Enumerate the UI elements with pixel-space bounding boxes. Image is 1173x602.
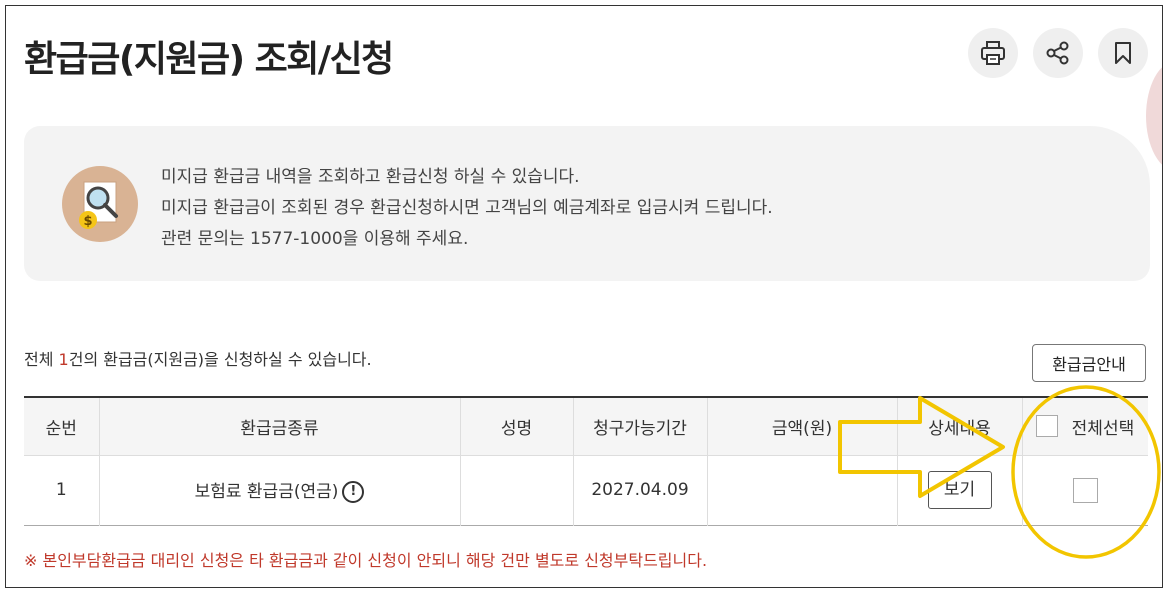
info-line: 미지급 환급금이 조회된 경우 환급신청하시면 고객님의 예금계좌로 입금시켜 … (161, 198, 773, 218)
select-all-checkbox[interactable] (1036, 415, 1059, 438)
print-button[interactable] (968, 28, 1018, 78)
refund-table: 순번 환급금종류 성명 청구가능기간 금액(원) 상세내용 전체선택 1 보험료… (24, 396, 1148, 526)
document-search-coin-icon: $ (62, 166, 138, 242)
row-amount (706, 455, 897, 525)
header-name: 성명 (459, 397, 573, 455)
info-alert-icon[interactable]: ! (342, 481, 365, 503)
page-title: 환급금(지원금) 조회/신청 (24, 39, 394, 80)
row-select-checkbox[interactable] (1072, 477, 1098, 503)
header-detail: 상세내용 (896, 397, 1022, 455)
refund-guide-button[interactable]: 환급금안내 (1032, 344, 1146, 382)
header-amount: 금액(원) (706, 397, 897, 455)
row-select-cell (1021, 455, 1148, 525)
table-row: 1 보험료 환급금(연금)! 2027.04.09 보기 (24, 455, 1148, 525)
decorative-shape (1146, 61, 1162, 171)
bookmark-button[interactable] (1098, 28, 1148, 78)
table-header-row: 순번 환급금종류 성명 청구가능기간 금액(원) 상세내용 전체선택 (24, 397, 1148, 455)
share-icon (1046, 41, 1069, 65)
info-box: $ 미지급 환급금 내역을 조회하고 환급신청 하실 수 있습니다. 미지급 환… (24, 126, 1150, 281)
summary-prefix: 전체 (24, 350, 59, 369)
summary-text: 전체 1건의 환급금(지원금)을 신청하실 수 있습니다. (24, 346, 372, 370)
view-detail-button[interactable]: 보기 (927, 471, 992, 509)
share-button[interactable] (1033, 28, 1083, 78)
row-type: 보험료 환급금(연금) (194, 482, 339, 502)
row-type-cell: 보험료 환급금(연금)! (98, 455, 460, 525)
notice-text: ※ 본인부담환급금 대리인 신청은 타 환급금과 같이 신청이 안되니 해당 건… (24, 551, 708, 570)
select-all-label[interactable]: 전체선택 (1072, 419, 1135, 439)
row-index: 1 (55, 480, 67, 500)
info-line: 미지급 환급금 내역을 조회하고 환급신청 하실 수 있습니다. (161, 167, 580, 187)
print-icon (981, 41, 1005, 65)
info-line: 관련 문의는 1577-1000을 이용해 주세요. (161, 229, 469, 249)
header-type: 환급금종류 (98, 397, 460, 455)
summary-count: 1 (58, 350, 69, 369)
row-detail-cell: 보기 (896, 455, 1022, 525)
summary-suffix: 건의 환급금(지원금)을 신청하실 수 있습니다. (68, 350, 372, 369)
page-frame: 환급금(지원금) 조회/신청 $ 미지급 환급금 내역을 조회하고 환급신청 하… (5, 5, 1163, 588)
svg-text:$: $ (83, 214, 92, 229)
header-index: 순번 (45, 418, 77, 439)
row-name (459, 455, 573, 525)
bookmark-icon (1115, 42, 1131, 64)
header-period: 청구가능기간 (572, 397, 707, 455)
row-period: 2027.04.09 (572, 455, 707, 525)
info-text: 미지급 환급금 내역을 조회하고 환급신청 하실 수 있습니다. 미지급 환급금… (161, 162, 773, 255)
header-select-all: 전체선택 (1021, 397, 1148, 455)
